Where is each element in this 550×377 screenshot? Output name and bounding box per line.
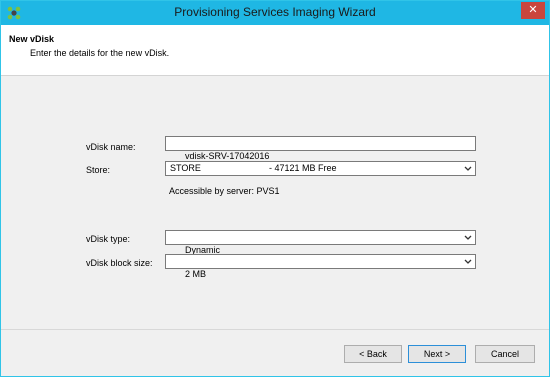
wizard-header: New vDisk Enter the details for the new … <box>1 25 549 76</box>
window-title: Provisioning Services Imaging Wizard <box>174 5 376 19</box>
vdisk-name-value: vdisk-SRV-17042016 <box>185 151 270 161</box>
store-free-space: - 47121 MB Free <box>269 163 337 173</box>
close-icon: ✕ <box>528 4 538 16</box>
block-size-label: vDisk block size: <box>86 258 153 268</box>
chevron-down-icon <box>464 259 472 264</box>
block-size-select[interactable]: 2 MB <box>165 254 476 279</box>
wizard-window: Provisioning Services Imaging Wizard ✕ N… <box>0 0 550 377</box>
store-accessible-note: Accessible by server: PVS1 <box>169 186 280 196</box>
chevron-down-icon <box>464 166 472 171</box>
store-label: Store: <box>86 165 111 175</box>
page-subtitle: Enter the details for the new vDisk. <box>30 48 170 58</box>
next-button[interactable]: Next > <box>408 345 466 363</box>
vdisk-type-label: vDisk type: <box>86 234 131 244</box>
footer-divider <box>1 329 549 330</box>
title-bar[interactable]: Provisioning Services Imaging Wizard ✕ <box>1 1 549 25</box>
wizard-content: vDisk name: vdisk-SRV-17042016 Store: ST… <box>1 76 549 376</box>
back-button[interactable]: < Back <box>344 345 402 363</box>
page-title: New vDisk <box>9 34 55 44</box>
close-button[interactable]: ✕ <box>521 2 545 19</box>
block-size-value: 2 MB <box>185 269 207 279</box>
cancel-button[interactable]: Cancel <box>475 345 535 363</box>
store-name: STORE <box>170 163 201 173</box>
vdisk-type-select[interactable]: Dynamic <box>165 230 476 255</box>
vdisk-name-input[interactable]: vdisk-SRV-17042016 <box>165 136 476 161</box>
chevron-down-icon <box>464 235 472 240</box>
store-select[interactable]: STORE - 47121 MB Free <box>165 161 476 176</box>
vdisk-name-label: vDisk name: <box>86 142 136 152</box>
